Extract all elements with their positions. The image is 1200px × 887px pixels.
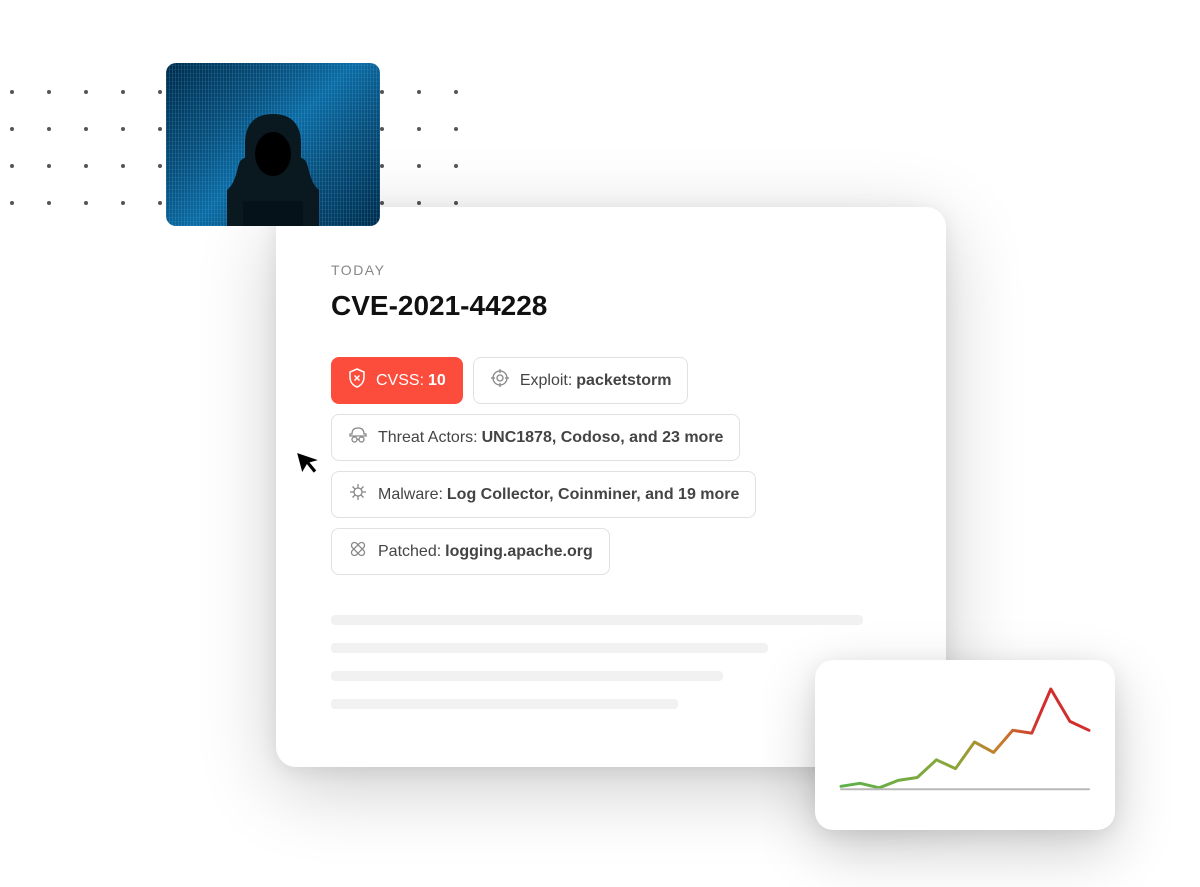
card-subheader: TODAY — [331, 262, 891, 278]
skeleton-placeholder — [331, 615, 891, 709]
malware-value: Log Collector, Coinminer, and 19 more — [447, 486, 740, 504]
cvss-value: 10 — [428, 372, 446, 390]
exploit-badge[interactable]: Exploit: packetstorm — [473, 357, 689, 404]
skeleton-line — [331, 699, 678, 709]
malware-label: Malware: — [378, 486, 443, 504]
shield-x-icon — [348, 368, 366, 393]
badges-container: CVSS: 10 Exploit: packetstorm — [331, 357, 891, 575]
malware-badge[interactable]: Malware: Log Collector, Coinminer, and 1… — [331, 471, 756, 518]
trend-chart — [835, 680, 1095, 810]
trend-chart-card — [815, 660, 1115, 830]
patched-label: Patched: — [378, 543, 441, 561]
skeleton-line — [331, 671, 723, 681]
incognito-icon — [348, 425, 368, 450]
target-icon — [490, 368, 510, 393]
cvss-label: CVSS: — [376, 372, 424, 390]
virus-icon — [348, 482, 368, 507]
threat-actors-badge[interactable]: Threat Actors: UNC1878, Codoso, and 23 m… — [331, 414, 740, 461]
skeleton-line — [331, 615, 863, 625]
hacker-silhouette-icon — [203, 96, 343, 226]
skeleton-line — [331, 643, 768, 653]
bandage-icon — [348, 539, 368, 564]
threat-actors-label: Threat Actors: — [378, 429, 478, 447]
patched-value: logging.apache.org — [445, 543, 593, 561]
exploit-label: Exploit: — [520, 372, 572, 390]
exploit-value: packetstorm — [576, 372, 671, 390]
cvss-badge[interactable]: CVSS: 10 — [331, 357, 463, 404]
cursor-pointer-icon — [293, 443, 327, 477]
threat-actors-value: UNC1878, Codoso, and 23 more — [482, 429, 724, 447]
patched-badge[interactable]: Patched: logging.apache.org — [331, 528, 610, 575]
threat-actor-image — [166, 63, 380, 226]
cve-title: CVE-2021-44228 — [331, 290, 891, 322]
